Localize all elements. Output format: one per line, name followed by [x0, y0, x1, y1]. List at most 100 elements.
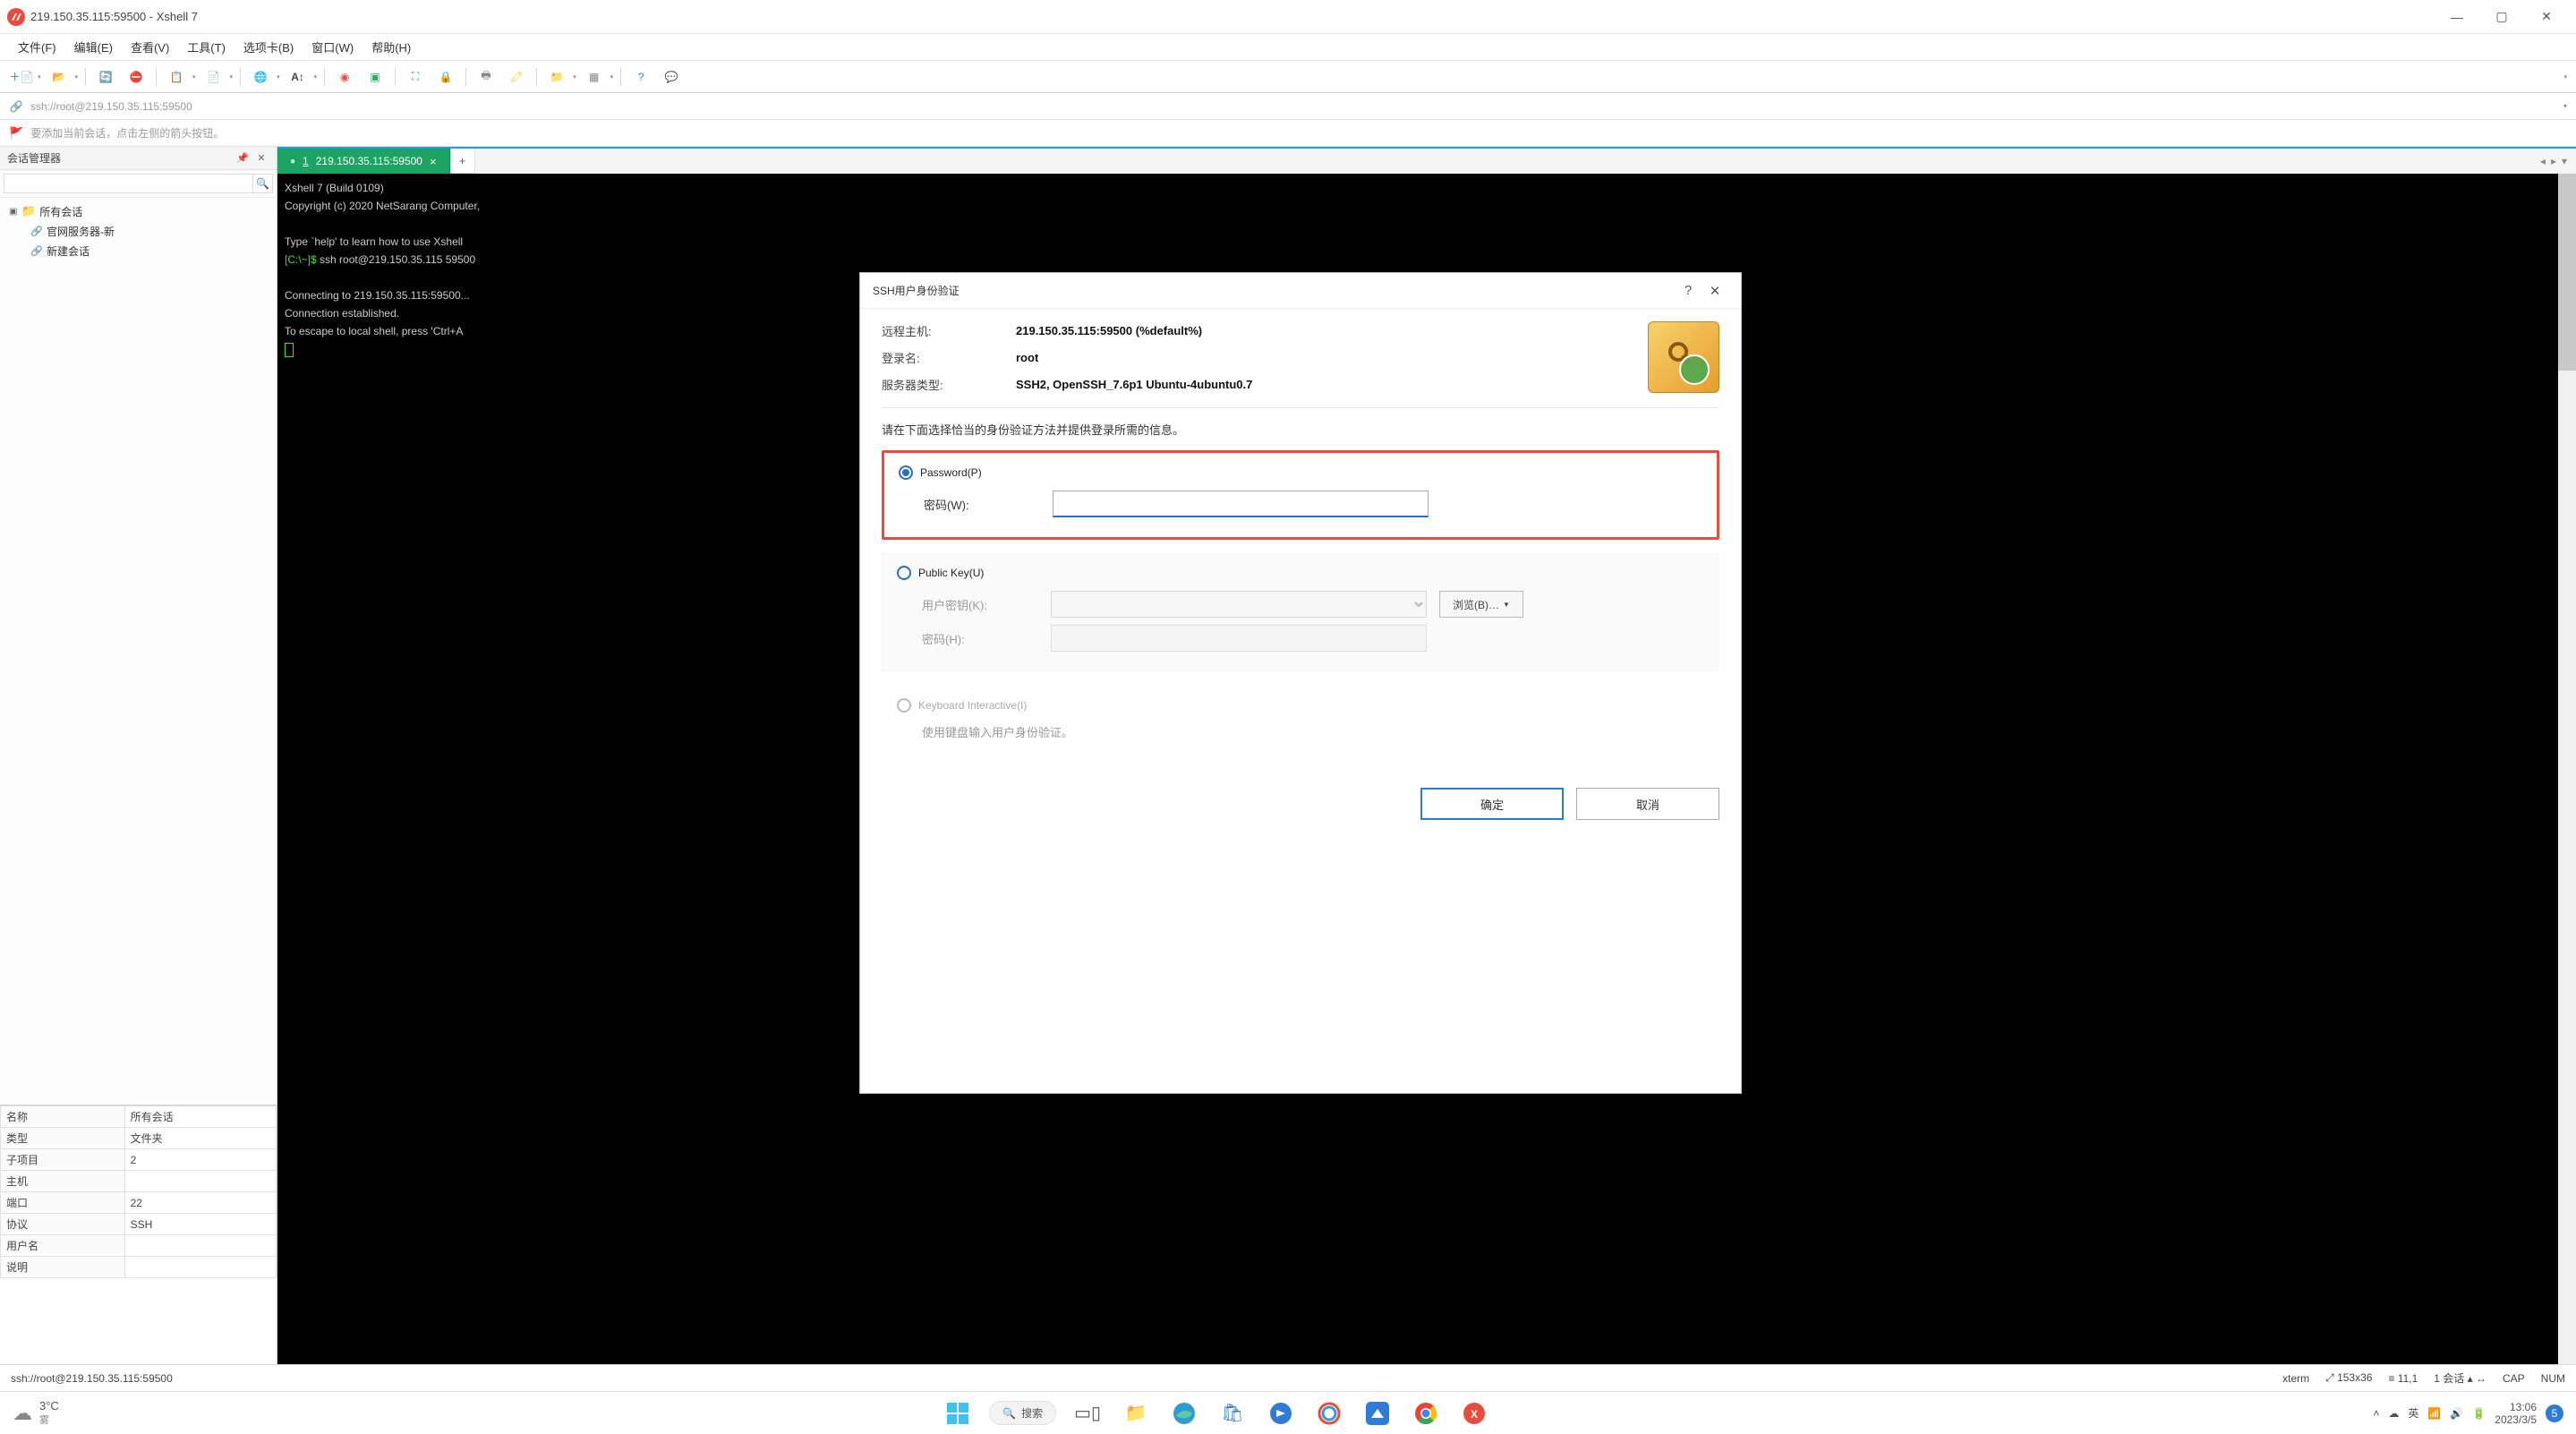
layout-icon[interactable]: ▦ [582, 64, 607, 90]
menu-help[interactable]: 帮助(H) [363, 35, 420, 59]
chat-icon[interactable]: 💬 [659, 64, 684, 90]
lock-icon[interactable]: 🔒 [433, 64, 458, 90]
new-session-icon[interactable]: ＋📄 [9, 64, 34, 90]
password-input[interactable] [1053, 491, 1429, 517]
publickey-radio[interactable]: Public Key(U) [897, 566, 1704, 580]
address-dropdown-icon[interactable]: ▾ [2563, 102, 2567, 110]
publickey-radio-label: Public Key(U) [918, 567, 984, 579]
address-text[interactable]: ssh://root@219.150.35.115:59500 [30, 100, 192, 113]
notification-badge[interactable]: 5 [2546, 1404, 2563, 1422]
copy-icon[interactable]: 📋 [164, 64, 189, 90]
printer-icon[interactable]: 🖶 [473, 64, 499, 90]
userkey-select [1051, 591, 1427, 618]
weather-widget[interactable]: ☁ 3°C 雾 [13, 1399, 59, 1427]
bird-app-icon[interactable] [1361, 1396, 1395, 1430]
publickey-section: Public Key(U) 用户密钥(K): 浏览(B)…▼ 密码(H): [882, 552, 1719, 672]
menu-file[interactable]: 文件(F) [9, 35, 65, 59]
properties-table: 名称所有会话 类型文件夹 子项目2 主机 端口22 协议SSH 用户名 说明 [0, 1105, 277, 1364]
toolbar: ＋📄▾ 📂▾ 🔄 ⛔ 📋▾ 📄▾ 🌐▾ A↕▾ ◉ ▣ ⛶ 🔒 🖶 🖍 📁▾ ▦… [0, 61, 2576, 93]
prop-row: 用户名 [1, 1235, 277, 1257]
rainbow-app-icon[interactable] [1312, 1396, 1346, 1430]
taskbar-search[interactable]: 🔍搜索 [989, 1401, 1056, 1425]
tab-close-icon[interactable]: × [430, 155, 437, 168]
menu-window[interactable]: 窗口(W) [303, 35, 363, 59]
folder-open-icon[interactable]: 📁 [544, 64, 569, 90]
menu-bar: 文件(F) 编辑(E) 查看(V) 工具(T) 选项卡(B) 窗口(W) 帮助(… [0, 34, 2576, 61]
menu-tools[interactable]: 工具(T) [178, 35, 235, 59]
tree-item[interactable]: 🔗 新建会话 [5, 241, 271, 260]
status-session-count[interactable]: 1 会话 ▴ ↔ [2434, 1370, 2486, 1386]
prop-row: 协议SSH [1, 1214, 277, 1235]
search-icon[interactable]: 🔍 [253, 174, 273, 193]
dialog-instruction: 请在下面选择恰当的身份验证方法并提供登录所需的信息。 [882, 421, 1719, 438]
tab-index: 1 [303, 155, 309, 167]
tree-item-label: 新建会话 [47, 243, 90, 259]
taskbar-clock[interactable]: 13:06 2023/3/5 [2495, 1401, 2537, 1426]
tab-next-icon[interactable]: ▸ [2551, 155, 2556, 167]
server-type-label: 服务器类型: [882, 376, 1016, 393]
tree-root[interactable]: ▣ 📁 所有会话 [5, 201, 271, 221]
task-view-icon[interactable]: ▭▯ [1070, 1396, 1105, 1430]
password-radio[interactable]: Password(P) [899, 465, 1702, 480]
prop-row: 端口22 [1, 1192, 277, 1214]
chrome-icon[interactable] [1409, 1396, 1443, 1430]
fullscreen-icon[interactable]: ⛶ [403, 64, 428, 90]
terminal-scrollbar[interactable] [2558, 174, 2576, 1364]
keyboard-interactive-section: Keyboard Interactive(I) 使用键盘输入用户身份验证。 [882, 685, 1719, 754]
network-icon[interactable]: 🌐 [248, 64, 273, 90]
xshell-taskbar-icon[interactable]: X [1457, 1396, 1491, 1430]
minimize-button[interactable]: — [2435, 0, 2479, 34]
close-button[interactable]: ✕ [2524, 0, 2569, 34]
font-icon[interactable]: A↕ [286, 64, 311, 90]
keyboard-hint: 使用键盘输入用户身份验证。 [897, 723, 1704, 740]
menu-edit[interactable]: 编辑(E) [65, 35, 122, 59]
menu-tab[interactable]: 选项卡(B) [235, 35, 303, 59]
tab-prev-icon[interactable]: ◂ [2540, 155, 2546, 167]
xshell-icon[interactable]: ◉ [332, 64, 357, 90]
dialog-help-icon[interactable]: ? [1675, 277, 1702, 304]
volume-icon[interactable]: 🔊 [2450, 1407, 2463, 1420]
bookmark-flag-icon[interactable]: 🚩 [9, 126, 23, 141]
panel-close-icon[interactable]: ✕ [253, 150, 269, 166]
start-button[interactable] [941, 1396, 975, 1430]
status-cap: CAP [2503, 1372, 2525, 1385]
login-label: 登录名: [882, 349, 1016, 366]
open-session-icon[interactable]: 📂 [47, 64, 72, 90]
cancel-button[interactable]: 取消 [1576, 788, 1719, 820]
onedrive-icon[interactable]: ☁ [2388, 1407, 2399, 1420]
tray-chevron-icon[interactable]: ˄ [2373, 1407, 2379, 1420]
prop-row: 主机 [1, 1171, 277, 1192]
collapse-icon[interactable]: ▣ [9, 207, 18, 217]
tab-menu-icon[interactable]: ▾ [2562, 155, 2567, 167]
ime-indicator[interactable]: 英 [2408, 1405, 2418, 1421]
disconnect-icon[interactable]: ⛔ [124, 64, 149, 90]
radio-disabled-icon [897, 698, 911, 713]
reconnect-icon[interactable]: 🔄 [93, 64, 118, 90]
maximize-button[interactable]: ▢ [2479, 0, 2524, 34]
menu-view[interactable]: 查看(V) [122, 35, 178, 59]
edge-icon[interactable] [1167, 1396, 1201, 1430]
explorer-icon[interactable]: 📁 [1119, 1396, 1153, 1430]
store-icon[interactable]: 🛍 [1215, 1396, 1250, 1430]
tab-add-button[interactable]: + [450, 149, 475, 174]
ok-button[interactable]: 确定 [1420, 788, 1564, 820]
weather-temp: 3°C [39, 1399, 59, 1413]
session-tab[interactable]: ● 1 219.150.35.115:59500 × [277, 149, 450, 174]
browse-button[interactable]: 浏览(B)…▼ [1439, 591, 1523, 618]
paste-icon[interactable]: 📄 [201, 64, 226, 90]
help-icon[interactable]: ? [628, 64, 653, 90]
battery-icon[interactable]: 🔋 [2472, 1407, 2486, 1420]
wifi-icon[interactable]: 📶 [2427, 1407, 2441, 1420]
dialog-close-icon[interactable]: ✕ [1702, 277, 1728, 304]
radio-checked-icon [899, 465, 913, 480]
session-link-icon[interactable]: 🔗 [9, 99, 23, 114]
session-search-input[interactable] [4, 174, 253, 193]
highlight-icon[interactable]: 🖍 [504, 64, 529, 90]
panel-pin-icon[interactable]: 📌 [235, 150, 251, 166]
xftp-icon[interactable]: ▣ [363, 64, 388, 90]
address-bar: 🔗 ssh://root@219.150.35.115:59500 ▾ [0, 93, 2576, 120]
tree-item[interactable]: 🔗 官网服务器-新 [5, 221, 271, 241]
todesk-icon[interactable] [1264, 1396, 1298, 1430]
toolbar-overflow-icon[interactable]: ▾ [2563, 73, 2567, 81]
prop-row: 子项目2 [1, 1149, 277, 1171]
